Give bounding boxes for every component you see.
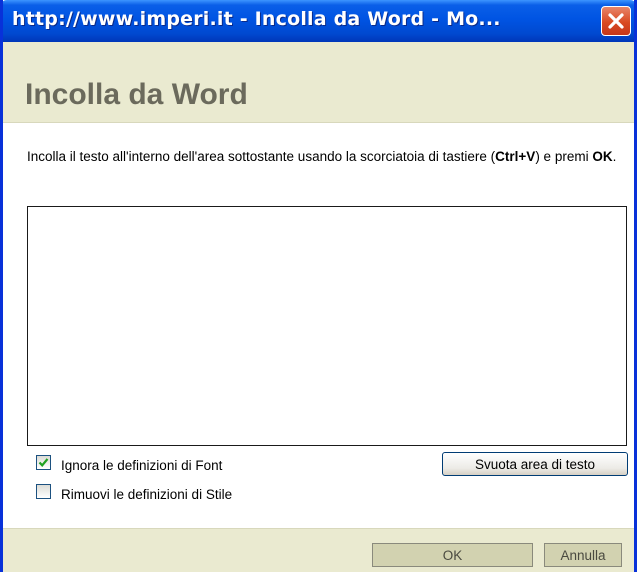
remove-style-checkbox[interactable] xyxy=(36,484,51,499)
instruction-part3: . xyxy=(612,149,617,164)
ignore-font-label[interactable]: Ignora le definizioni di Font xyxy=(61,458,222,473)
ignore-font-checkbox[interactable] xyxy=(36,455,51,470)
paste-textarea[interactable] xyxy=(27,206,627,446)
instruction-part2: ) e premi xyxy=(535,149,593,164)
dialog-header: Incolla da Word xyxy=(3,42,634,123)
clear-text-button[interactable]: Svuota area di testo xyxy=(442,452,628,476)
close-button[interactable] xyxy=(601,6,631,36)
instruction-shortcut: Ctrl+V xyxy=(495,149,536,164)
dialog-footer: OK Annulla xyxy=(3,528,634,572)
window-title: http://www.imperi.it - Incolla da Word -… xyxy=(12,8,501,30)
dialog-window: http://www.imperi.it - Incolla da Word -… xyxy=(0,0,637,572)
ok-button[interactable]: OK xyxy=(372,543,533,567)
page-title: Incolla da Word xyxy=(25,78,248,111)
title-bar[interactable]: http://www.imperi.it - Incolla da Word -… xyxy=(3,0,634,42)
checkmark-icon xyxy=(38,458,49,467)
close-icon xyxy=(608,13,624,29)
remove-style-label[interactable]: Rimuovi le definizioni di Stile xyxy=(61,487,232,502)
instruction-part1: Incolla il testo all'interno dell'area s… xyxy=(27,149,496,164)
cancel-button[interactable]: Annulla xyxy=(544,543,622,567)
instruction-ok: OK xyxy=(592,149,613,164)
instruction-text: Incolla il testo all'interno dell'area s… xyxy=(27,148,627,166)
